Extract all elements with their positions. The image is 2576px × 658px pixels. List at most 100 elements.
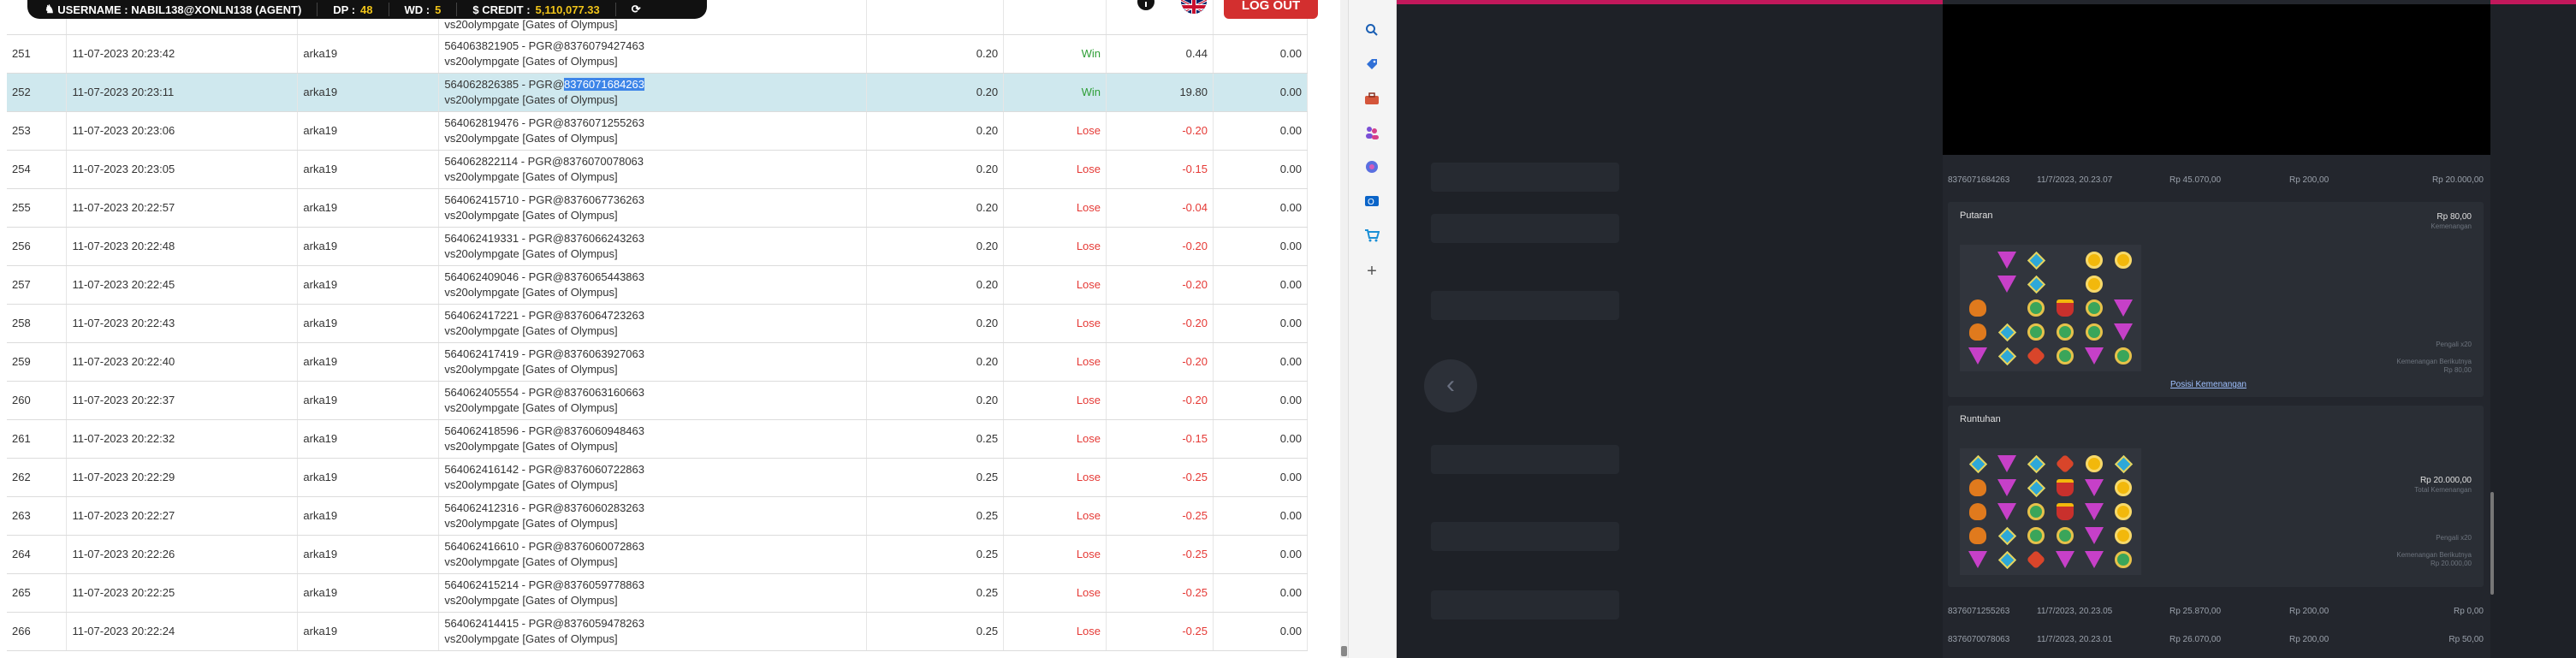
- copilot-icon[interactable]: [1362, 157, 1381, 176]
- row-desc-line1: 564062414415 - PGR@8376059478263: [444, 616, 644, 630]
- credit-value: 5,110,077.33: [535, 3, 600, 16]
- slot-symbol: [2086, 299, 2103, 317]
- row-username: arka19: [297, 304, 440, 343]
- info-icon[interactable]: [1137, 0, 1155, 10]
- plus-icon[interactable]: +: [1362, 262, 1381, 281]
- slot-symbol: [1997, 276, 2016, 293]
- row-bet: 0.20: [866, 150, 1005, 189]
- shopping-icon[interactable]: [1362, 226, 1381, 245]
- table-row[interactable]: 252 11-07-2023 20:23:11 arka19 564062826385…: [7, 73, 1308, 112]
- search-icon[interactable]: [1362, 21, 1381, 39]
- row-username: arka19: [297, 381, 440, 420]
- spin-symbol-grid: [1960, 245, 2141, 371]
- table-row[interactable]: 265 11-07-2023 20:22:25 arka19 564062415214…: [7, 573, 1308, 613]
- row-username: arka19: [297, 265, 440, 305]
- table-row[interactable]: 260 11-07-2023 20:22:37 arka19 564062405554…: [7, 381, 1308, 420]
- row-desc-line1: 564062417419 - PGR@8376063927063: [444, 347, 644, 360]
- table-row[interactable]: 261 11-07-2023 20:22:32 arka19 564062418596…: [7, 419, 1308, 459]
- row-desc-line2: vs20olympgate [Gates of Olympus]: [444, 169, 618, 183]
- toolbox-icon[interactable]: [1362, 89, 1381, 108]
- table-row[interactable]: 262 11-07-2023 20:22:29 arka19 564062416142…: [7, 458, 1308, 497]
- table-row[interactable]: 259 11-07-2023 20:22:40 arka19 564062417419…: [7, 342, 1308, 382]
- table-row[interactable]: 263 11-07-2023 20:22:27 arka19 564062412316…: [7, 496, 1308, 536]
- row-result: Lose: [1003, 150, 1107, 189]
- slot-symbol: [2086, 323, 2103, 341]
- row-result: Lose: [1003, 381, 1107, 420]
- table-row[interactable]: 256 11-07-2023 20:22:48 arka19 564062419331…: [7, 227, 1308, 266]
- slot-symbol: [2027, 299, 2045, 317]
- table-row[interactable]: 251 11-07-2023 20:23:42 arka19 564063821905…: [7, 34, 1308, 74]
- row-bet: 0.20: [866, 342, 1005, 382]
- history-bet: Rp 200,00: [2289, 634, 2330, 644]
- row-last: 0.00: [1213, 419, 1308, 459]
- report-scrollbar[interactable]: [1340, 0, 1348, 658]
- selected-text[interactable]: 8376071684263: [564, 77, 644, 91]
- row-desc-line2: vs20olympgate [Gates of Olympus]: [444, 131, 618, 145]
- row-bet: 0.25: [866, 573, 1005, 613]
- table-row[interactable]: 257 11-07-2023 20:22:45 arka19 564062409046…: [7, 265, 1308, 305]
- row-description: 564062409046 - PGR@8376065443863 vs20olym…: [438, 265, 868, 305]
- slot-symbol: [1997, 323, 2016, 341]
- table-row[interactable]: 255 11-07-2023 20:22:57 arka19 564062415710…: [7, 188, 1308, 228]
- table-row[interactable]: 254 11-07-2023 20:23:05 arka19 564062822114…: [7, 150, 1308, 189]
- slot-symbol: [1997, 479, 2016, 496]
- row-number: 252: [7, 73, 68, 112]
- row-bet: 0.25: [866, 612, 1005, 651]
- background-row: [1431, 291, 1619, 320]
- row-description: 564062418596 - PGR@8376060948463 vs20olym…: [438, 419, 868, 459]
- table-row[interactable]: 258 11-07-2023 20:22:43 arka19 564062417221…: [7, 304, 1308, 343]
- slot-symbol: [2057, 323, 2074, 341]
- outlook-icon[interactable]: O: [1362, 192, 1381, 210]
- row-number: 264: [7, 535, 68, 574]
- row-username: arka19: [297, 188, 440, 228]
- slot-symbol: [1968, 454, 1987, 473]
- row-desc-line1: 564062416142 - PGR@8376060722863: [444, 462, 644, 476]
- table-row[interactable]: 266 11-07-2023 20:22:24 arka19 564062414415…: [7, 612, 1308, 651]
- screen: vs20olympgate [Gates of Olympus] 251 11-0…: [0, 0, 2576, 658]
- row-username: arka19: [297, 111, 440, 151]
- row-username: arka19: [297, 342, 440, 382]
- win-position-link[interactable]: Posisi Kemenangan: [2170, 380, 2247, 389]
- row-bet: 0.20: [866, 73, 1005, 112]
- people-icon[interactable]: [1362, 123, 1381, 142]
- history-balance: Rp 26.070,00: [2169, 634, 2222, 644]
- row-bet: 0.20: [866, 381, 1005, 420]
- row-bet: 0.20: [866, 188, 1005, 228]
- history-row[interactable]: 8376070078063 11/7/2023, 20.23.01 Rp 26.…: [1943, 631, 2490, 648]
- row-description: 564062417221 - PGR@8376064723263 vs20olym…: [438, 304, 868, 343]
- row-date: 11-07-2023 20:22:57: [66, 188, 299, 228]
- row-result: Lose: [1003, 265, 1107, 305]
- slot-symbol: [2027, 323, 2045, 341]
- logout-button[interactable]: LOG OUT: [1224, 0, 1318, 19]
- dp-chip: DP : 48: [333, 3, 389, 16]
- slot-symbol: [2086, 276, 2103, 293]
- row-desc-line1: 564063821905 - PGR@8376079427463: [444, 39, 644, 52]
- history-balance: Rp 45.070,00: [2169, 175, 2222, 185]
- row-desc-line1: 564062409046 - PGR@8376065443863: [444, 270, 644, 283]
- row-description: 564062414415 - PGR@8376059478263 vs20olym…: [438, 612, 868, 651]
- row-username: arka19: [297, 535, 440, 574]
- history-row[interactable]: 8376071684263 11/7/2023, 20.23.07 Rp 45.…: [1943, 171, 2490, 188]
- slot-symbol: [2115, 252, 2132, 269]
- history-scrollbar[interactable]: [2490, 492, 2494, 595]
- row-date: 11-07-2023 20:22:32: [66, 419, 299, 459]
- row-last: 0.00: [1213, 150, 1308, 189]
- report-scrollbar-thumb[interactable]: [1341, 646, 1347, 656]
- slot-symbol: [1969, 503, 1986, 520]
- chevron-left-icon[interactable]: ‹: [1424, 359, 1477, 412]
- row-desc-line1: 564062416610 - PGR@8376060072863: [444, 539, 644, 553]
- slot-symbol: [2026, 549, 2046, 570]
- row-number: 255: [7, 188, 68, 228]
- row-last: 0.00: [1213, 34, 1308, 74]
- history-id: 8376071684263: [1948, 175, 2010, 185]
- table-row[interactable]: 264 11-07-2023 20:22:26 arka19 564062416610…: [7, 535, 1308, 574]
- history-row[interactable]: 8376071255263 11/7/2023, 20.23.05 Rp 25.…: [1943, 602, 2490, 619]
- table-row[interactable]: 253 11-07-2023 20:23:06 arka19 564062819476…: [7, 111, 1308, 151]
- row-date: 11-07-2023 20:22:45: [66, 265, 299, 305]
- slot-symbol: [2115, 347, 2132, 365]
- slot-symbol: [2057, 347, 2074, 365]
- refresh-icon[interactable]: ⟳: [632, 3, 656, 16]
- row-description: 564063821905 - PGR@8376079427463 vs20olym…: [438, 34, 868, 74]
- tag-icon[interactable]: [1362, 55, 1381, 74]
- row-winloss: -0.20: [1106, 304, 1214, 343]
